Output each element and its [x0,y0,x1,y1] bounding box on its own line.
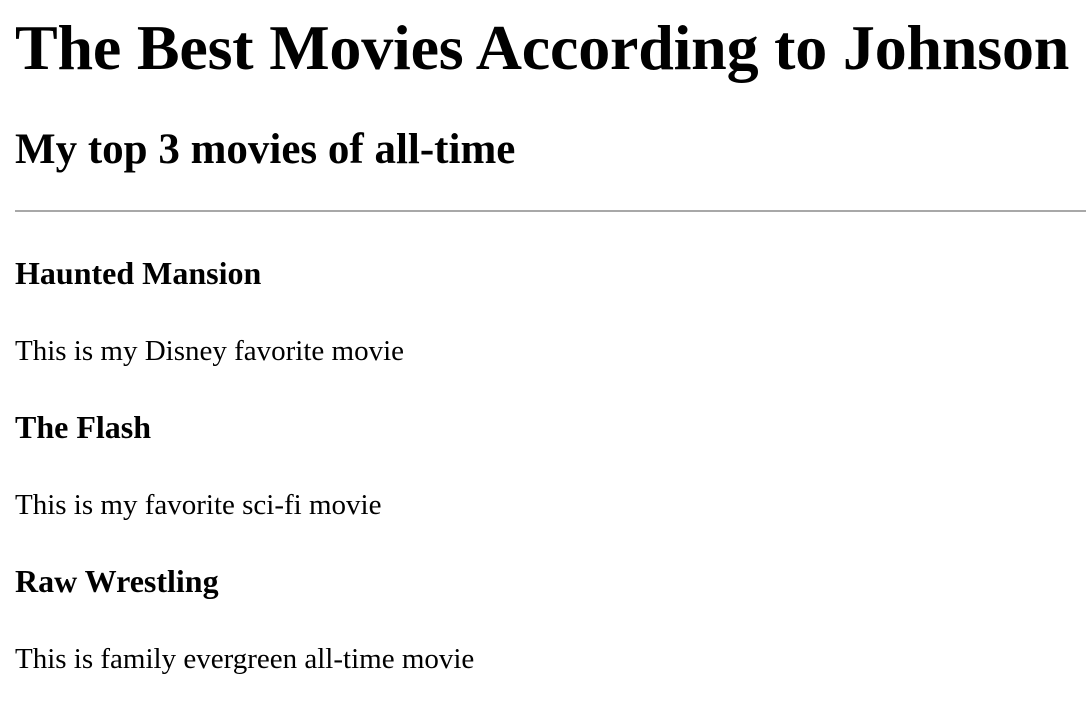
page-subtitle: My top 3 movies of all-time [15,126,516,173]
movie-entry: The Flash This is my favorite sci-fi mov… [15,368,1086,522]
page-title: The Best Movies According to Johnson [15,12,1070,83]
movie-description: This is family evergreen all-time movie [15,643,475,675]
page: The Best Movies According to Johnson My … [0,0,1086,722]
movie-entry: Raw Wrestling This is family evergreen a… [15,522,1086,676]
movie-title: Haunted Mansion [15,255,262,291]
movie-entry: Haunted Mansion This is my Disney favori… [15,212,1086,368]
movie-title: Raw Wrestling [15,563,219,599]
movie-description: This is my favorite sci-fi movie [15,489,382,521]
movie-description: This is my Disney favorite movie [15,335,405,367]
movie-title: The Flash [15,409,152,445]
